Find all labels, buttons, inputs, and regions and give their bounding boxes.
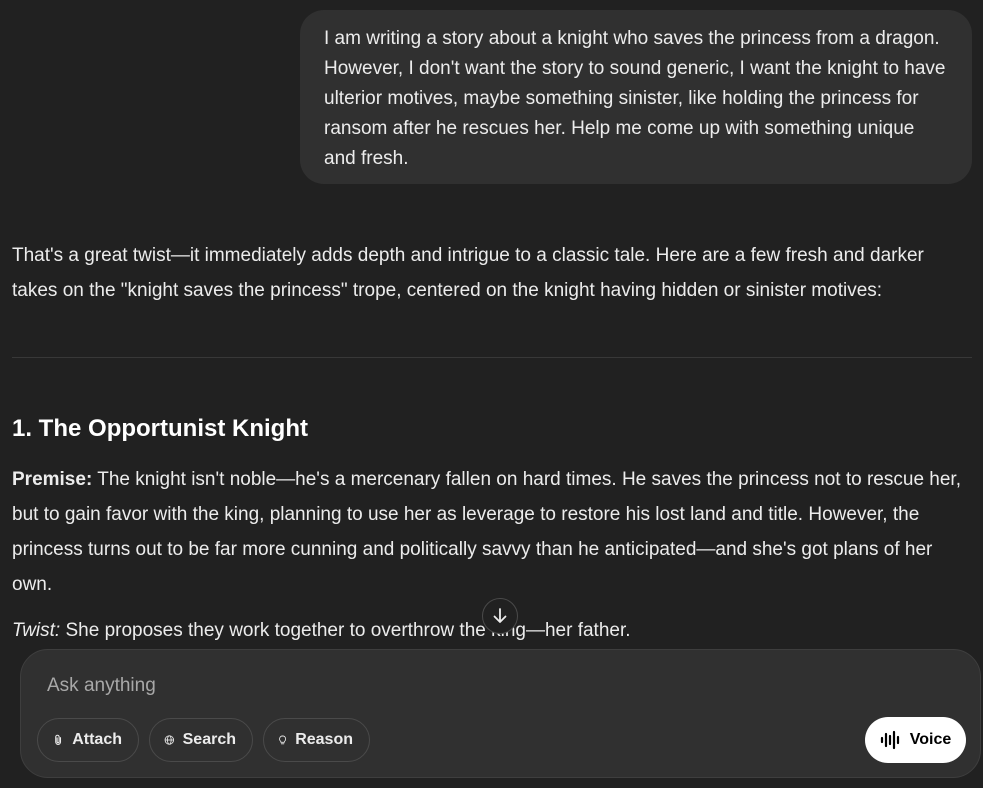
user-message-bubble: I am writing a story about a knight who … — [300, 10, 972, 184]
voice-button[interactable]: Voice — [865, 717, 966, 763]
waveform-icon — [880, 730, 899, 750]
premise-label: Premise: — [12, 469, 93, 490]
reason-label: Reason — [295, 731, 353, 748]
chat-page: I am writing a story about a knight who … — [0, 0, 983, 788]
lightbulb-icon — [279, 735, 287, 745]
divider — [12, 357, 972, 358]
premise-paragraph: Premise: The knight isn't noble—he's a m… — [12, 462, 974, 602]
arrow-down-icon — [493, 608, 507, 623]
attach-button[interactable]: Attach — [37, 718, 139, 762]
voice-label: Voice — [909, 731, 952, 748]
reason-button[interactable]: Reason — [263, 718, 370, 762]
composer: Attach Search Reason Voice — [20, 649, 981, 778]
search-label: Search — [182, 731, 236, 748]
twist-text: She proposes they work together to overt… — [60, 620, 631, 641]
scroll-to-bottom-button[interactable] — [482, 598, 518, 634]
prompt-input[interactable] — [45, 670, 749, 702]
paperclip-icon — [55, 734, 62, 745]
assistant-message: That's a great twist—it immediately adds… — [12, 238, 974, 308]
globe-icon — [164, 735, 174, 745]
premise-text: The knight isn't noble—he's a mercenary … — [12, 469, 961, 595]
attach-label: Attach — [72, 731, 122, 748]
search-button[interactable]: Search — [149, 718, 253, 762]
twist-label: Twist: — [12, 620, 61, 641]
section-heading: 1. The Opportunist Knight — [12, 415, 308, 442]
user-message-text: I am writing a story about a knight who … — [324, 28, 946, 169]
assistant-intro: That's a great twist—it immediately adds… — [12, 245, 924, 301]
